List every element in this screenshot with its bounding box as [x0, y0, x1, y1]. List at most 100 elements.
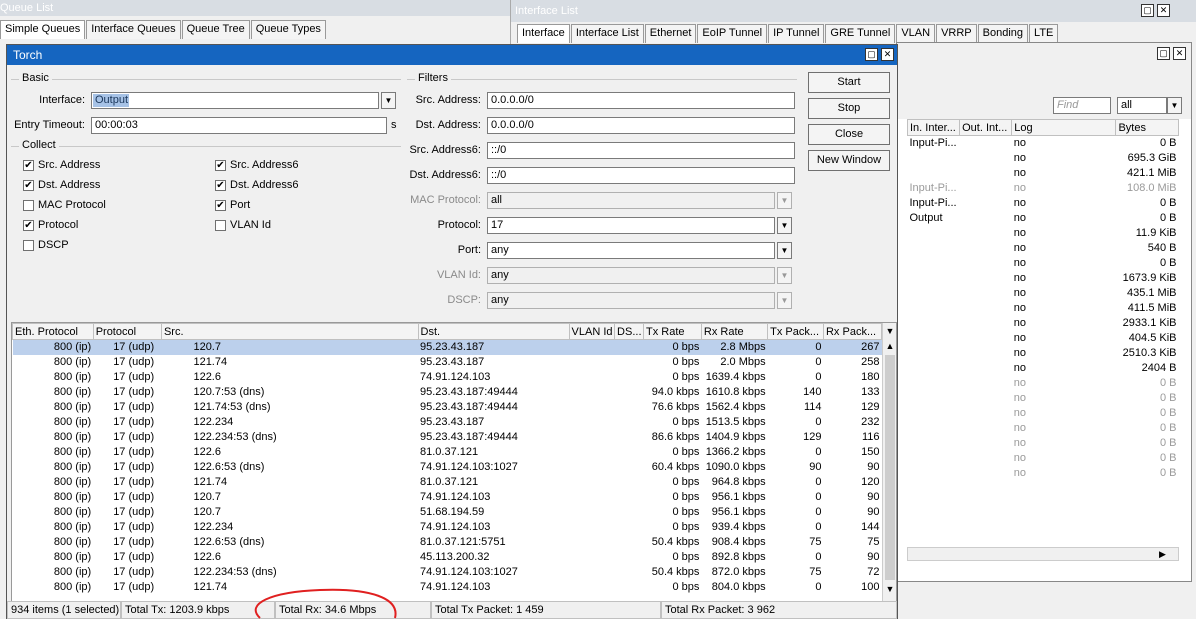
tab-simple-queues[interactable]: Simple Queues [0, 20, 86, 39]
tab-lte[interactable]: LTE [1029, 24, 1059, 43]
torch-titlebar[interactable]: Torch ▢ ✕ [7, 45, 897, 65]
checkbox-empty-icon[interactable] [23, 199, 34, 211]
collect-protocol-checkbox[interactable]: ✔ Protocol [23, 219, 78, 231]
close-icon[interactable]: ✕ [1173, 47, 1186, 60]
checkmark-icon[interactable]: ✔ [215, 159, 226, 171]
table-row[interactable]: 800 (ip) 17 (udp) 121.74 81.0.37.121 0 bps 96… [13, 475, 882, 490]
scroll-up-icon[interactable]: ▲ [883, 339, 896, 353]
list-item[interactable]: no 540 B [908, 241, 1179, 256]
table-row[interactable]: 800 (ip) 17 (udp) 120.7 74.91.124.103 0 bps 9… [13, 490, 882, 505]
tab-gre-tunnel[interactable]: GRE Tunnel [825, 24, 896, 43]
tab-interface-list[interactable]: Interface List [570, 24, 644, 43]
table-row[interactable]: 800 (ip) 17 (udp) 120.7:53 (dns) 95.23.43.1… [13, 385, 882, 400]
table-row[interactable]: 800 (ip) 17 (udp) 122.234 74.91.124.103 0 bp… [13, 520, 882, 535]
maximize-icon[interactable]: ▢ [865, 48, 878, 61]
list-item[interactable]: no 0 B [908, 391, 1179, 406]
table-row[interactable]: 800 (ip) 17 (udp) 122.234 95.23.43.187 0 bps… [13, 415, 882, 430]
col-log[interactable]: Log [1011, 119, 1117, 136]
table-row[interactable]: 800 (ip) 17 (udp) 122.6 81.0.37.121 0 bps 136… [13, 445, 882, 460]
list-item[interactable]: Input-Pi... no 0 B [908, 136, 1179, 151]
col-src[interactable]: Src. [160, 323, 419, 340]
col-rx-rate[interactable]: Rx Rate [700, 323, 769, 340]
list-item[interactable]: no 11.9 KiB [908, 226, 1179, 241]
col-protocol[interactable]: Protocol [92, 323, 162, 340]
col-out-interface[interactable]: Out. Int... [959, 119, 1013, 136]
list-item[interactable]: no 0 B [908, 256, 1179, 271]
collect-src-address-checkbox[interactable]: ✔ Src. Address [23, 159, 100, 171]
tab-ethernet[interactable]: Ethernet [644, 24, 697, 43]
checkmark-icon[interactable]: ✔ [23, 219, 34, 231]
list-item[interactable]: no 421.1 MiB [908, 166, 1179, 181]
list-item[interactable]: no 2404 B [908, 361, 1179, 376]
table-row[interactable]: 800 (ip) 17 (udp) 121.74:53 (dns) 95.23.43.… [13, 400, 882, 415]
start-button[interactable]: Start [808, 72, 890, 93]
list-item[interactable]: no 411.5 MiB [908, 301, 1179, 316]
list-item[interactable]: no 1673.9 KiB [908, 271, 1179, 286]
rules-hscroll[interactable] [907, 547, 1179, 561]
tab-bonding[interactable]: Bonding [977, 24, 1029, 43]
list-item[interactable]: no 0 B [908, 421, 1179, 436]
col-tx-rate[interactable]: Tx Rate [643, 323, 702, 340]
list-item[interactable]: no 0 B [908, 451, 1179, 466]
col-tx-packets[interactable]: Tx Pack... [767, 323, 824, 340]
chevron-down-icon[interactable]: ▼ [1167, 97, 1182, 114]
chevron-down-icon[interactable]: ▼ [777, 242, 792, 259]
table-row[interactable]: 800 (ip) 17 (udp) 122.6:53 (dns) 74.91.124.… [13, 460, 882, 475]
scroll-right-icon[interactable]: ▶ [1159, 549, 1166, 560]
tab-queue-types[interactable]: Queue Types [250, 20, 326, 39]
tab-queue-tree[interactable]: Queue Tree [181, 20, 250, 39]
maximize-icon[interactable]: ▢ [1141, 4, 1154, 17]
table-row[interactable]: 800 (ip) 17 (udp) 121.74 74.91.124.103 0 bps… [13, 580, 882, 595]
tab-interface[interactable]: Interface [517, 24, 570, 43]
collect-mac-protocol-checkbox[interactable]: MAC Protocol [23, 199, 106, 211]
find-input[interactable]: Find [1053, 97, 1111, 114]
collect-dst-address6-checkbox[interactable]: ✔ Dst. Address6 [215, 179, 298, 191]
chevron-down-icon[interactable]: ▼ [777, 217, 792, 234]
close-button[interactable]: Close [808, 124, 890, 145]
chevron-down-icon[interactable]: ▼ [381, 92, 396, 109]
collect-dscp-checkbox[interactable]: DSCP [23, 239, 69, 251]
collect-src-address6-checkbox[interactable]: ✔ Src. Address6 [215, 159, 298, 171]
col-in-interface[interactable]: In. Inter... [906, 119, 961, 136]
checkmark-icon[interactable]: ✔ [23, 179, 34, 191]
list-item[interactable]: no 0 B [908, 406, 1179, 421]
collect-dst-address-checkbox[interactable]: ✔ Dst. Address [23, 179, 100, 191]
collect-port-checkbox[interactable]: ✔ Port [215, 199, 250, 211]
interface-list-titlebar[interactable]: Interface List ▢ ✕ [511, 0, 1196, 22]
col-bytes[interactable]: Bytes [1115, 119, 1179, 136]
vlan-id-select[interactable]: any [487, 267, 775, 284]
list-item[interactable]: Input-Pi... no 0 B [908, 196, 1179, 211]
dst-address-input[interactable]: 0.0.0.0/0 [487, 117, 795, 134]
chevron-down-icon[interactable]: ▼ [777, 192, 792, 209]
list-item[interactable]: no 0 B [908, 436, 1179, 451]
tab-ip-tunnel[interactable]: IP Tunnel [768, 24, 825, 43]
maximize-icon[interactable]: ▢ [1157, 47, 1170, 60]
table-row[interactable]: 800 (ip) 17 (udp) 122.6 74.91.124.103 0 bps 1… [13, 370, 882, 385]
src-address-input[interactable]: 0.0.0.0/0 [487, 92, 795, 109]
collect-vlan-id-checkbox[interactable]: VLAN Id [215, 219, 271, 231]
checkmark-icon[interactable]: ✔ [215, 179, 226, 191]
table-row[interactable]: 800 (ip) 17 (udp) 122.6 45.113.200.32 0 bps 8… [13, 550, 882, 565]
mac-protocol-select[interactable]: all [487, 192, 775, 209]
col-vlan-id[interactable]: VLAN Id [568, 323, 616, 340]
checkbox-empty-icon[interactable] [23, 239, 34, 251]
close-icon[interactable]: ✕ [881, 48, 894, 61]
tab-vlan[interactable]: VLAN [896, 24, 936, 43]
checkmark-icon[interactable]: ✔ [23, 159, 34, 171]
list-item[interactable]: no 0 B [908, 466, 1179, 481]
tab-vrrp[interactable]: VRRP [936, 24, 977, 43]
src-address6-input[interactable]: ::/0 [487, 142, 795, 159]
table-row[interactable]: 800 (ip) 17 (udp) 122.234:53 (dns) 95.23.43… [13, 430, 882, 445]
queue-list-titlebar[interactable]: Queue List [0, 0, 510, 16]
rules-list-titlebar[interactable]: ▢ ✕ [897, 43, 1191, 63]
list-item[interactable]: no 2933.1 KiB [908, 316, 1179, 331]
list-item[interactable]: no 404.5 KiB [908, 331, 1179, 346]
filter-select[interactable]: all [1117, 97, 1167, 114]
port-select[interactable]: any [487, 242, 775, 259]
stop-button[interactable]: Stop [808, 98, 890, 119]
interface-select[interactable]: Output [91, 92, 379, 109]
scroll-thumb[interactable] [885, 355, 895, 580]
scroll-down-icon[interactable]: ▼ [883, 582, 896, 596]
list-item[interactable]: no 695.3 GiB [908, 151, 1179, 166]
dscp-select[interactable]: any [487, 292, 775, 309]
